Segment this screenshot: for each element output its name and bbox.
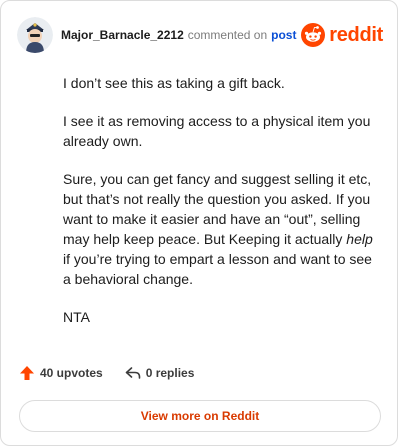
username-link[interactable]: Major_Barnacle_2212	[61, 28, 184, 42]
comment-stats: 40 upvotes 0 replies	[19, 365, 194, 381]
commented-on-label: commented on	[187, 28, 268, 42]
reddit-logo[interactable]: reddit	[301, 23, 383, 47]
user-avatar[interactable]	[17, 17, 53, 53]
view-more-button[interactable]: View more on Reddit	[19, 400, 381, 432]
comment-emphasis: help	[346, 231, 373, 247]
reddit-snoo-icon	[301, 23, 326, 47]
reply-arrow-icon	[125, 367, 141, 379]
replies-button[interactable]: 0 replies	[125, 365, 195, 381]
upvote-count: 40 upvotes	[40, 366, 103, 380]
comment-paragraph: I see it as removing access to a physica…	[63, 113, 371, 149]
embedded-comment-card: Major_Barnacle_2212 commented on post re…	[0, 0, 398, 446]
comment-text: if you’re trying to empart a lesson and …	[63, 251, 372, 287]
post-link[interactable]: post	[271, 28, 296, 42]
comment-paragraph: Sure, you can get fancy and suggest sell…	[63, 169, 375, 289]
comment-paragraph: NTA	[63, 309, 90, 325]
comment-header: Major_Barnacle_2212 commented on post re…	[17, 15, 383, 55]
reddit-wordmark: reddit	[329, 23, 383, 46]
comment-meta: Major_Barnacle_2212 commented on post	[61, 28, 296, 42]
upvote-arrow-icon	[20, 366, 34, 380]
comment-text: Sure, you can get fancy and suggest sell…	[63, 171, 372, 247]
comment-body: I don’t see this as taking a gift back. …	[63, 73, 375, 345]
upvote-button[interactable]: 40 upvotes	[19, 365, 103, 381]
reply-count: 0 replies	[145, 366, 195, 380]
comment-paragraph: I don’t see this as taking a gift back.	[63, 75, 285, 91]
